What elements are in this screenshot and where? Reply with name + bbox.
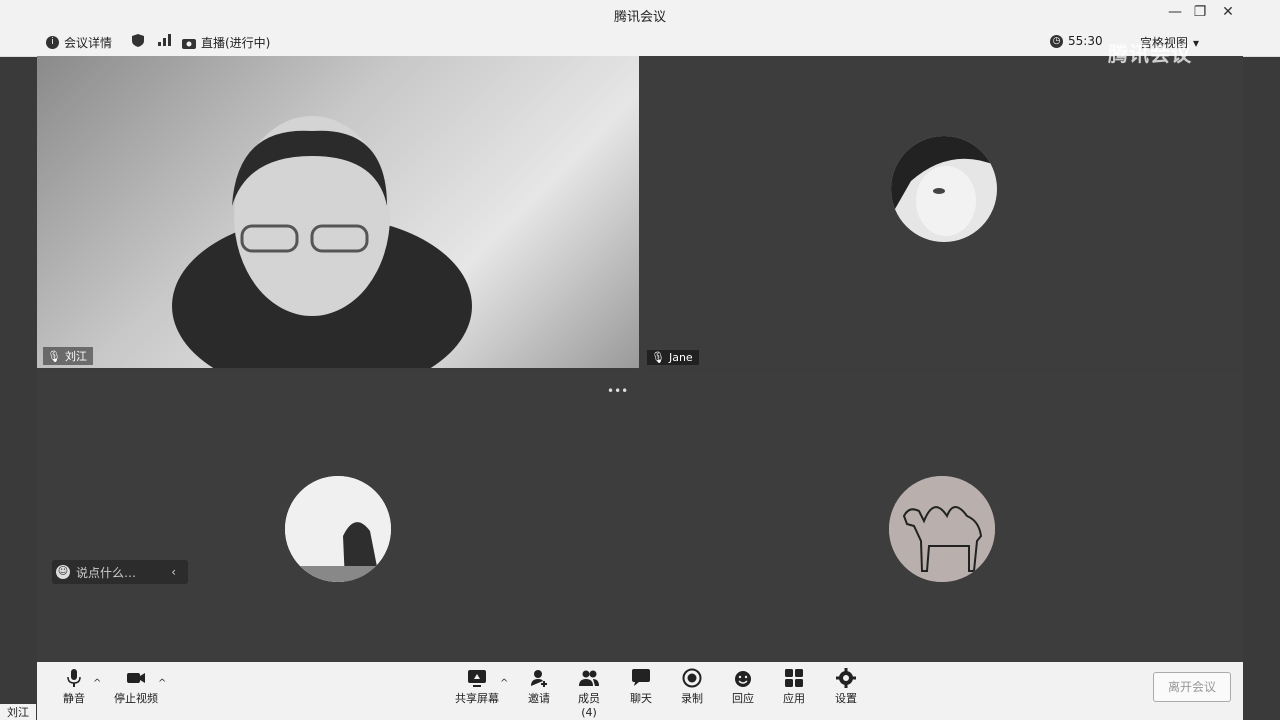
live-icon	[182, 38, 196, 49]
watermark-logo: 腾讯会议	[1108, 42, 1192, 66]
chat-icon	[632, 669, 650, 686]
chat-input[interactable]: ☺ 说点什么… ‹	[52, 560, 188, 584]
reactions-button[interactable]: 回应	[731, 668, 755, 706]
share-options-chevron-icon[interactable]: ^	[500, 678, 508, 689]
camera-icon	[127, 673, 145, 683]
chat-placeholder: 说点什么…	[76, 565, 137, 580]
corner-name-label: 刘江	[0, 704, 36, 720]
camel-avatar-icon	[889, 476, 995, 582]
minimize-button[interactable]: —	[1165, 4, 1185, 20]
participant-tile-video[interactable]: 🎙 刘江	[37, 56, 639, 368]
chat-label: 聊天	[630, 692, 652, 705]
emoji-icon[interactable]: ☺	[56, 565, 70, 579]
security-button[interactable]	[132, 34, 144, 47]
close-button[interactable]: ✕	[1218, 4, 1238, 20]
video-options-chevron-icon[interactable]: ^	[158, 678, 166, 689]
members-label: 成员(4)	[578, 692, 600, 719]
settings-label: 设置	[835, 692, 857, 705]
mute-button[interactable]: 静音	[59, 668, 89, 706]
participant-avatar	[891, 136, 997, 242]
gear-icon	[836, 668, 856, 688]
invite-button[interactable]: 邀请	[527, 668, 551, 706]
members-button[interactable]: 成员(4)	[571, 668, 607, 719]
microphone-icon: 🎙	[47, 349, 61, 363]
apps-grid-icon	[785, 669, 803, 687]
bottom-toolbar: 静音 ^ 停止视频 ^ 共享屏幕 ^ 邀请 成员(4) 聊天 录制 回应 应用 …	[37, 662, 1243, 720]
microphone-icon: 🎙	[651, 351, 665, 364]
stop-video-button[interactable]: 停止视频	[111, 668, 161, 706]
info-icon: i	[46, 36, 59, 49]
meeting-details-label: 会议详情	[64, 36, 113, 50]
signal-icon	[158, 34, 171, 46]
participant-name-tag: 🎙 Jane	[647, 350, 699, 365]
apps-label: 应用	[783, 692, 805, 705]
mute-options-chevron-icon[interactable]: ^	[93, 678, 101, 689]
participant-tile-jane[interactable]: 🎙 Jane	[641, 56, 1243, 368]
participant-avatar	[889, 476, 995, 582]
participant-name: Jane	[668, 351, 693, 364]
restore-button[interactable]: ❐	[1190, 4, 1210, 20]
apps-button[interactable]: 应用	[782, 668, 806, 706]
video-grid: 🎙 刘江 🎙 Jane •••	[37, 56, 1243, 662]
live-label: 直播(进行中)	[201, 36, 271, 50]
chevron-down-icon: ▾	[1193, 35, 1200, 50]
window-title: 腾讯会议	[613, 10, 666, 25]
collapse-chevron-icon[interactable]: ‹	[171, 565, 176, 579]
settings-button[interactable]: 设置	[834, 668, 858, 706]
share-screen-button[interactable]: 共享屏幕	[454, 668, 500, 706]
meeting-timer: ◷ 55:30	[1050, 34, 1103, 48]
chat-button[interactable]: 聊天	[629, 668, 653, 706]
network-button[interactable]	[158, 34, 172, 46]
participant-video-feed	[172, 116, 472, 368]
participant-tile-3[interactable]: •••	[37, 370, 639, 662]
record-icon	[682, 668, 702, 688]
clock-icon: ◷	[1050, 34, 1063, 48]
title-bar: 腾讯会议 — ❐ ✕	[0, 0, 1280, 28]
leave-meeting-button[interactable]: 离开会议	[1153, 672, 1231, 702]
microphone-icon	[67, 669, 81, 687]
meeting-info-bar: i 会议详情 直播(进行中) ◷ 55:30 宫格视图 ▾	[0, 28, 1280, 57]
invite-label: 邀请	[528, 692, 550, 705]
participant-tile-4[interactable]	[641, 370, 1243, 662]
mute-label: 静音	[63, 692, 85, 705]
meeting-details-button[interactable]: i 会议详情	[46, 34, 112, 51]
record-button[interactable]: 录制	[680, 668, 704, 706]
invite-icon	[531, 670, 547, 687]
members-icon	[579, 670, 599, 686]
share-screen-label: 共享屏幕	[455, 692, 499, 705]
stop-video-label: 停止视频	[114, 692, 158, 705]
timer-value: 55:30	[1068, 34, 1103, 48]
avatar-image	[285, 476, 391, 582]
more-options-icon[interactable]: •••	[607, 384, 628, 398]
share-screen-icon	[468, 670, 486, 687]
participant-name-tag: 🎙 刘江	[43, 347, 93, 365]
avatar-image	[891, 136, 997, 242]
record-label: 录制	[681, 692, 703, 705]
reactions-label: 回应	[732, 692, 754, 705]
participant-avatar	[285, 476, 391, 582]
reaction-icon	[735, 671, 751, 687]
live-status[interactable]: 直播(进行中)	[182, 34, 270, 51]
participant-name: 刘江	[64, 350, 87, 363]
shield-icon	[132, 34, 144, 47]
